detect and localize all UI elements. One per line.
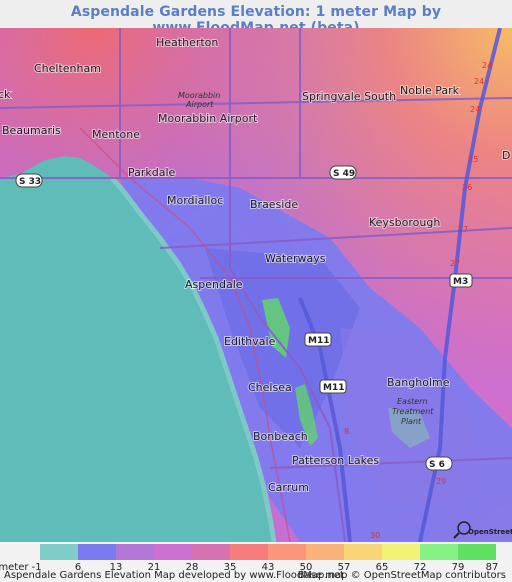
place-mentone[interactable]: Mentone (91, 127, 141, 142)
airport-label-line2: Airport (185, 100, 214, 109)
footer-attribution: Base map © OpenStreetMap contributors (297, 570, 506, 581)
place-edithvale[interactable]: Edithvale (223, 334, 277, 349)
legend-swatch (458, 544, 496, 560)
road-number: 29 (436, 477, 446, 486)
osm-logo-text: OpenStreetMap (468, 528, 512, 536)
road-number: 30 (370, 531, 380, 540)
treatment-plant-label-line2: Treatment (392, 407, 434, 416)
road-shield: M11 (304, 332, 332, 347)
place-carrum[interactable]: Carrum (267, 480, 310, 495)
place-chelsea[interactable]: Chelsea (247, 380, 293, 395)
place-mordialloc[interactable]: Mordialloc (166, 193, 224, 208)
legend-color-bar (40, 544, 496, 560)
place-keysborough[interactable]: Keysborough (368, 215, 441, 230)
treatment-plant-label-line3: Plant (401, 417, 422, 426)
legend-swatch (154, 544, 192, 560)
place-ck-partial[interactable]: ck (0, 87, 12, 102)
treatment-plant-label-line1: Eastern (397, 397, 428, 406)
footer-credit: Aspendale Gardens Elevation Map develope… (4, 570, 344, 581)
legend-swatch (116, 544, 154, 560)
elevation-map[interactable]: Heatherton Cheltenham Springvale South N… (0, 28, 512, 542)
place-patterson-lakes[interactable]: Patterson Lakes (291, 453, 380, 468)
place-heatherton[interactable]: Heatherton (155, 35, 219, 50)
legend-swatch (78, 544, 116, 560)
place-noble-park[interactable]: Noble Park (399, 83, 461, 98)
shield-label: M11 (323, 383, 344, 393)
map-canvas[interactable]: Heatherton Cheltenham Springvale South N… (0, 28, 512, 542)
place-springvale-south[interactable]: Springvale South (301, 89, 397, 104)
shield-label: S 33 (19, 177, 41, 187)
road-number: 8 (344, 427, 349, 436)
legend-swatch (344, 544, 382, 560)
legend-swatch (268, 544, 306, 560)
place-d-partial[interactable]: D (501, 148, 511, 163)
road-shield: S 33 (15, 173, 43, 188)
place-aspendale[interactable]: Aspendale (184, 277, 244, 292)
airport-label-line1: Moorabbin (178, 91, 220, 100)
shield-label: S 6 (429, 460, 445, 470)
road-shield: S 6 (425, 456, 453, 471)
road-number: 24 (482, 61, 492, 70)
road-number: 24 (474, 77, 484, 86)
legend-swatch (192, 544, 230, 560)
place-bonbeach[interactable]: Bonbeach (252, 429, 309, 444)
road-shield: M3 (449, 273, 473, 288)
road-number: 26 (462, 183, 472, 192)
road-number: 27 (450, 259, 460, 268)
road-shield: S 49 (329, 165, 357, 180)
road-number: 27 (458, 225, 468, 234)
legend-swatch (40, 544, 78, 560)
title-bar: Aspendale Gardens Elevation: 1 meter Map… (0, 0, 512, 36)
place-cheltenham[interactable]: Cheltenham (33, 61, 102, 76)
place-parkdale[interactable]: Parkdale (127, 165, 177, 180)
place-braeside[interactable]: Braeside (249, 197, 299, 212)
shield-label: M11 (308, 336, 329, 346)
legend-swatch (420, 544, 458, 560)
place-beaumaris[interactable]: Beaumaris (1, 123, 62, 138)
road-shield: M11 (319, 379, 347, 394)
place-moorabbin-airport[interactable]: Moorabbin Airport (157, 111, 259, 126)
road-number: 24 (470, 105, 480, 114)
legend-swatch (306, 544, 344, 560)
place-bangholme[interactable]: Bangholme (386, 375, 451, 390)
legend-swatch (382, 544, 420, 560)
shield-label: M3 (453, 277, 468, 287)
road-number: 25 (468, 155, 478, 164)
footer: Aspendale Gardens Elevation Map develope… (0, 570, 512, 582)
legend-swatch (230, 544, 268, 560)
shield-label: S 49 (333, 169, 355, 179)
place-waterways[interactable]: Waterways (264, 251, 327, 266)
